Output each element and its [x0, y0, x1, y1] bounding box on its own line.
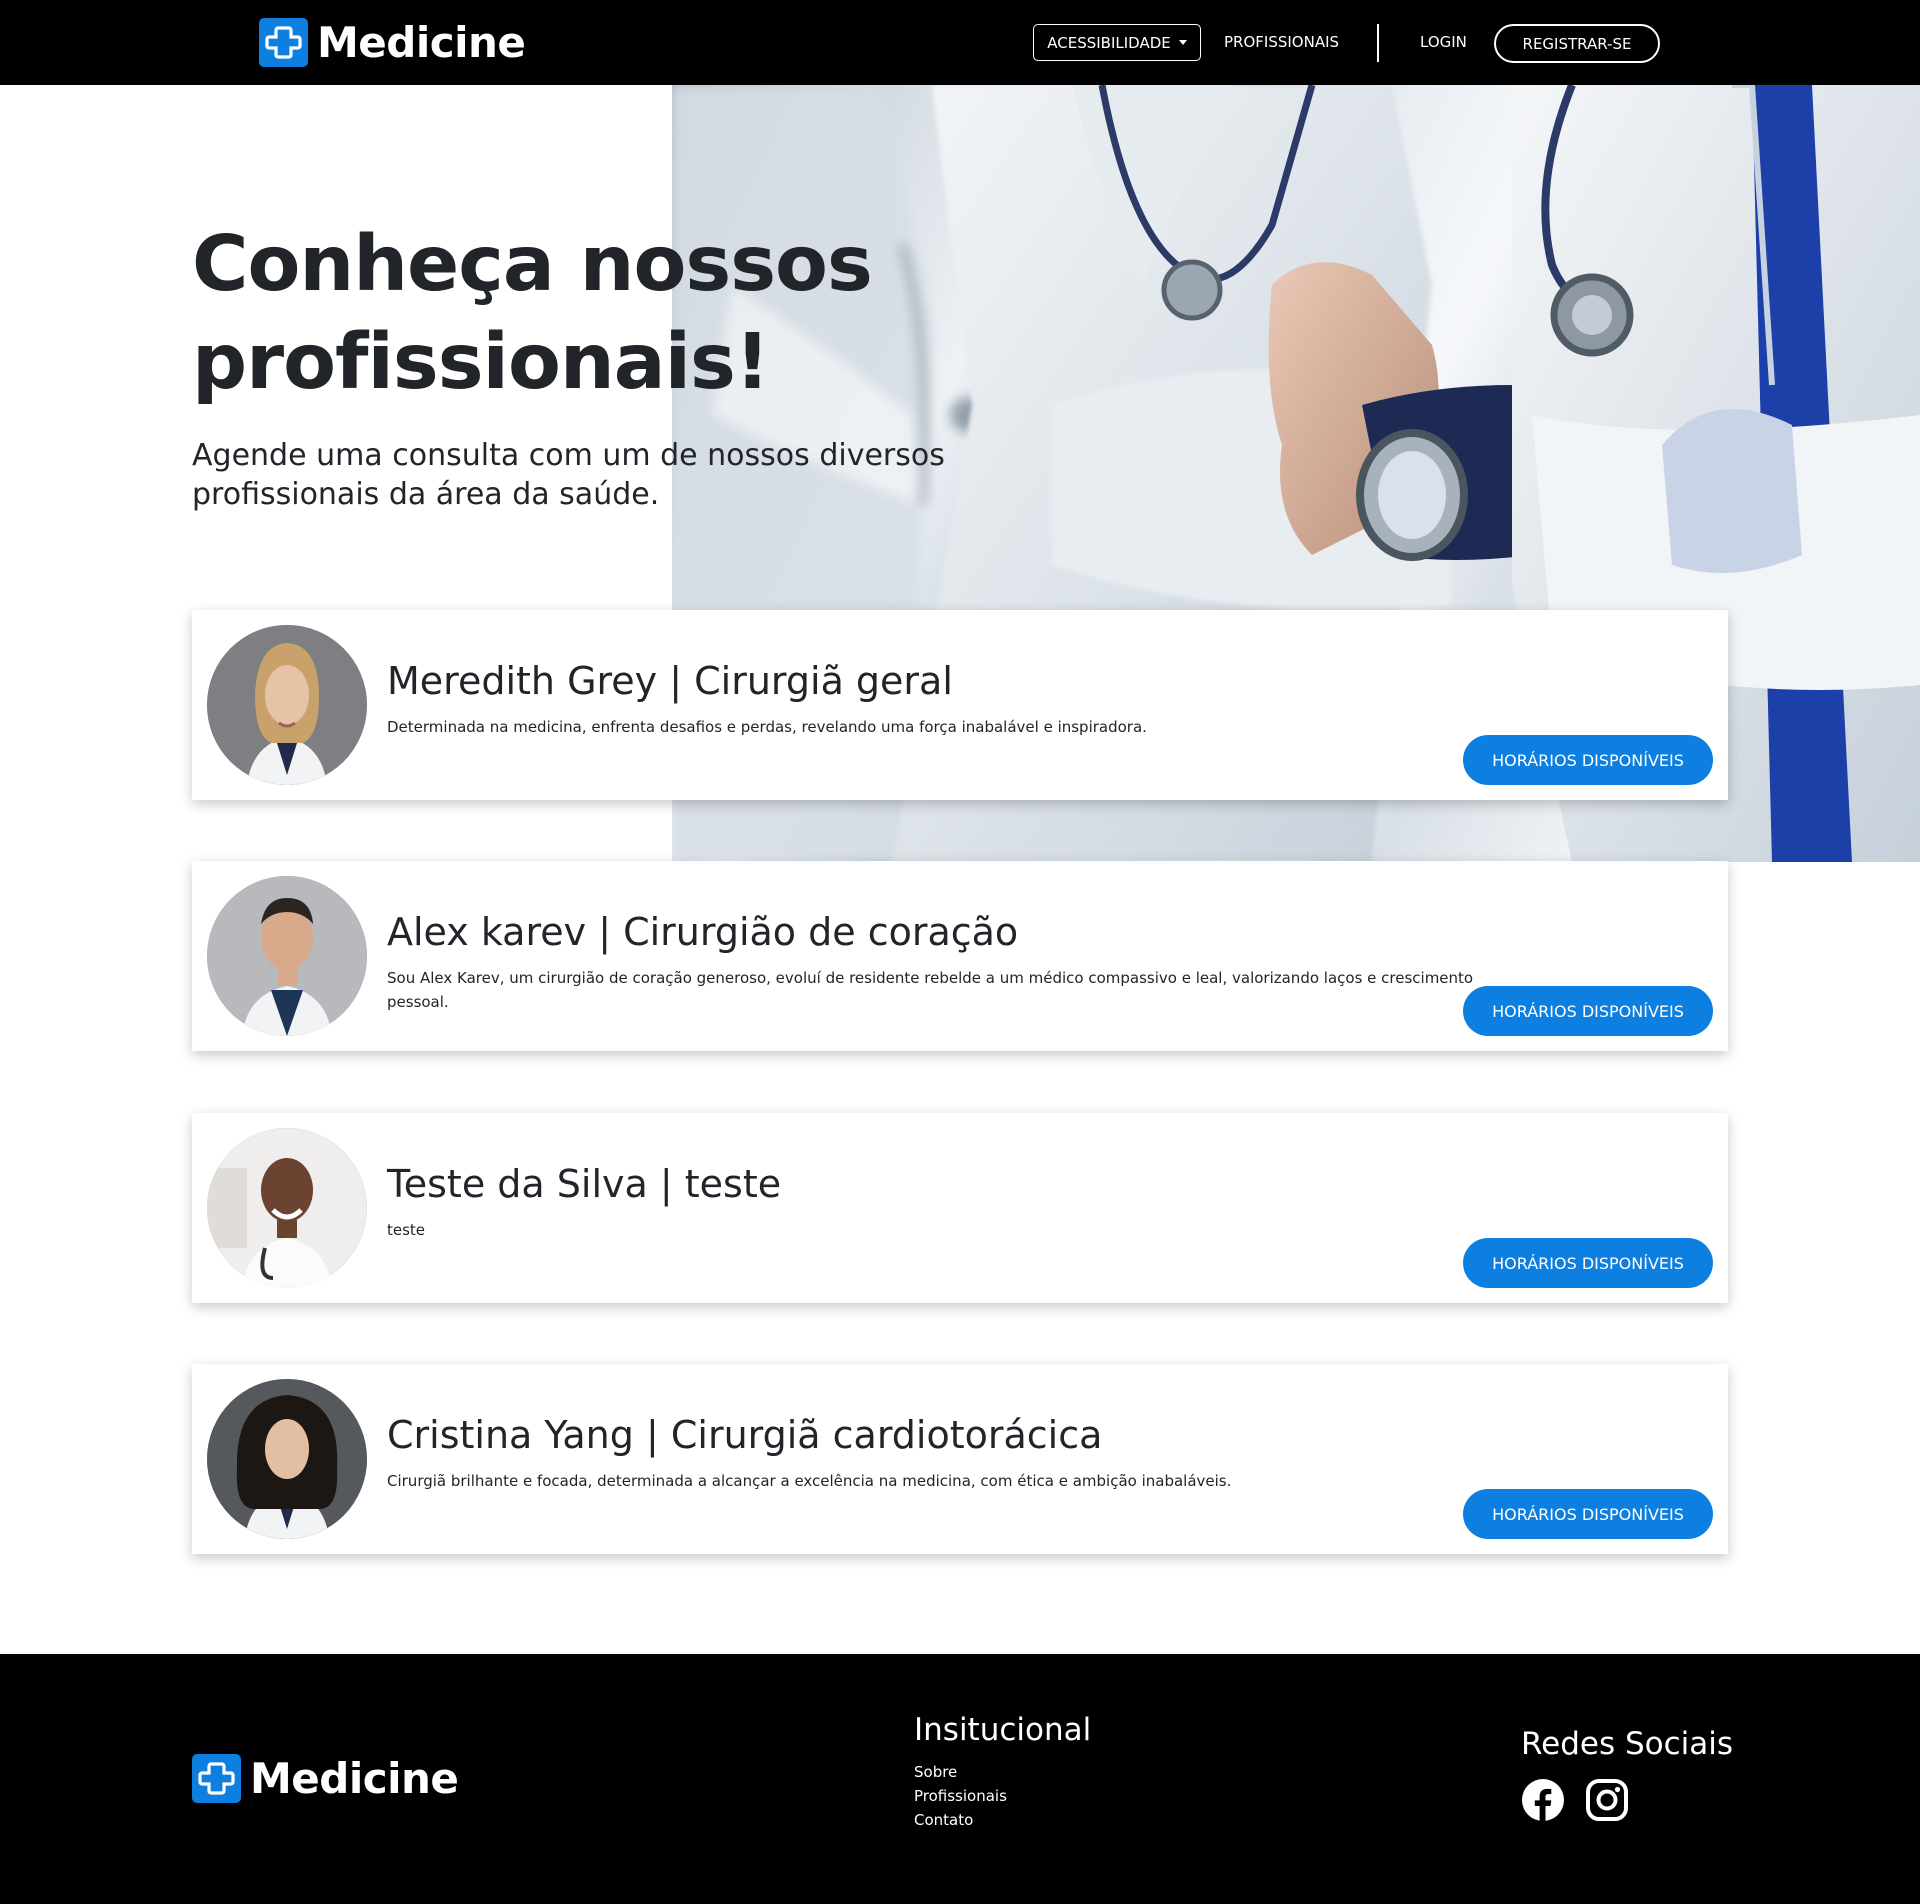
page-title: Conheça nossos profissionais!: [192, 220, 873, 407]
professional-card: Meredith Grey | Cirurgiã geral Determina…: [192, 610, 1728, 800]
brand-name: Medicine: [317, 18, 526, 67]
professional-name: Alex karev | Cirurgião de coração: [387, 910, 1019, 954]
nav-login-link[interactable]: LOGIN: [1420, 30, 1467, 54]
professional-name: Cristina Yang | Cirurgiã cardiotorácica: [387, 1413, 1103, 1457]
caret-down-icon: [1178, 40, 1187, 45]
brand-logo-link[interactable]: Medicine: [259, 18, 526, 67]
instagram-icon[interactable]: [1585, 1778, 1629, 1822]
professional-card: Cristina Yang | Cirurgiã cardiotorácica …: [192, 1364, 1728, 1554]
available-hours-button[interactable]: HORÁRIOS DISPONÍVEIS: [1463, 735, 1713, 785]
avatar: [207, 1128, 367, 1288]
professional-name: Teste da Silva | teste: [387, 1162, 782, 1206]
medical-cross-icon: [192, 1754, 241, 1803]
professional-name: Meredith Grey | Cirurgiã geral: [387, 659, 953, 703]
facebook-icon[interactable]: [1521, 1778, 1565, 1822]
avatar: [207, 625, 367, 785]
avatar: [207, 876, 367, 1036]
professional-description: Sou Alex Karev, um cirurgião de coração …: [387, 969, 1474, 1011]
available-hours-button[interactable]: HORÁRIOS DISPONÍVEIS: [1463, 1489, 1713, 1539]
professional-description: Cirurgiã brilhante e focada, determinada…: [387, 1472, 1232, 1490]
register-button[interactable]: REGISTRAR-SE: [1494, 24, 1660, 63]
professional-description: Determinada na medicina, enfrenta desafi…: [387, 718, 1147, 736]
institutional-title: Insitucional: [914, 1712, 1092, 1748]
accessibility-dropdown-button[interactable]: ACESSIBILIDADE: [1033, 24, 1201, 61]
footer-link-professionals[interactable]: Profissionais: [914, 1784, 1091, 1808]
available-hours-button[interactable]: HORÁRIOS DISPONÍVEIS: [1463, 1238, 1713, 1288]
footer-brand-name: Medicine: [250, 1754, 459, 1803]
footer: Medicine Insitucional Sobre Profissionai…: [0, 1654, 1920, 1904]
page-subtitle: Agende uma consulta com um de nossos div…: [192, 438, 945, 512]
professional-description: teste: [387, 1221, 426, 1239]
footer-social: Redes Sociais: [1521, 1724, 1733, 1822]
professional-card: Teste da Silva | teste teste HORÁRIOS DI…: [192, 1113, 1728, 1303]
navbar: Medicine ACESSIBILIDADE PROFISSIONAIS LO…: [0, 0, 1920, 85]
footer-link-about[interactable]: Sobre: [914, 1760, 1091, 1784]
professional-card: Alex karev | Cirurgião de coração Sou Al…: [192, 861, 1728, 1051]
nav-divider: [1377, 24, 1379, 62]
available-hours-button[interactable]: HORÁRIOS DISPONÍVEIS: [1463, 986, 1713, 1036]
nav-professionals-link[interactable]: PROFISSIONAIS: [1224, 30, 1339, 54]
footer-brand[interactable]: Medicine: [192, 1754, 459, 1803]
social-title: Redes Sociais: [1521, 1726, 1734, 1762]
avatar: [207, 1379, 367, 1539]
medical-cross-icon: [259, 18, 308, 67]
footer-link-contact[interactable]: Contato: [914, 1808, 1091, 1832]
accessibility-label: ACESSIBILIDADE: [1047, 33, 1171, 52]
footer-institutional: Insitucional Sobre Profissionais Contato: [914, 1710, 1091, 1832]
